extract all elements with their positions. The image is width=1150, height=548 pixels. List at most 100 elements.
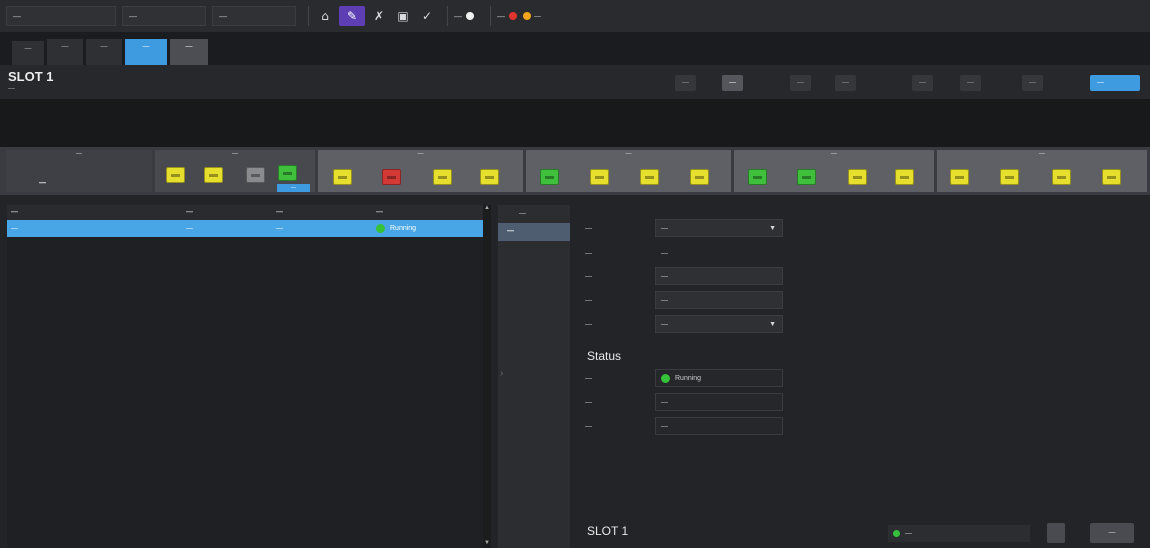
transport-mode-select[interactable]: — ▼ xyxy=(655,315,783,333)
group-label: — xyxy=(831,151,837,157)
transport-mode-value: — xyxy=(661,321,668,328)
tab-stream-settings[interactable]: — xyxy=(498,223,570,241)
toolbar-divider xyxy=(490,6,491,26)
module-port[interactable] xyxy=(480,169,499,185)
stream-name-input[interactable]: — xyxy=(655,267,783,285)
column-header-state[interactable]: — xyxy=(372,205,490,220)
group-label: — xyxy=(585,296,592,304)
header-button[interactable]: — xyxy=(1022,75,1043,91)
alarm-count: — xyxy=(534,12,541,20)
top-toolbar: — — — ⌂ ✎ ✗ ▣ ✓ — — — xyxy=(0,0,1150,32)
alarms-label: — xyxy=(497,11,505,21)
view-button[interactable]: — xyxy=(675,75,696,91)
module-port[interactable] xyxy=(1052,169,1071,185)
form-row-video-format: — — xyxy=(585,392,783,412)
module-port[interactable] xyxy=(640,169,659,185)
module-port[interactable] xyxy=(1102,169,1121,185)
chevron-down-icon: ▼ xyxy=(769,321,776,328)
video-source-select[interactable]: — ▼ xyxy=(655,219,783,237)
wand-icon[interactable]: ✓ xyxy=(417,6,437,26)
module-port[interactable] xyxy=(848,169,867,185)
logo-banner xyxy=(0,99,1150,147)
header-button[interactable]: — xyxy=(790,75,811,91)
running-status-icon xyxy=(661,373,670,383)
apply-header-button[interactable]: — xyxy=(1090,75,1140,91)
group-input[interactable]: — xyxy=(655,291,783,309)
module-port[interactable] xyxy=(540,169,559,185)
module-port[interactable] xyxy=(382,169,401,185)
module-port[interactable] xyxy=(797,169,816,185)
config-status-text: — xyxy=(905,530,912,537)
selected-port-tag: — xyxy=(277,184,310,192)
status-indicator xyxy=(466,12,474,20)
module-label: — xyxy=(39,180,46,187)
group-label: — xyxy=(232,151,238,157)
stream-type-value: — xyxy=(655,417,783,435)
form-row-transport-mode: — — ▼ xyxy=(585,314,783,334)
config-ok-icon xyxy=(893,529,900,537)
frame-tab[interactable]: — xyxy=(86,39,122,65)
header-button[interactable]: — xyxy=(835,75,856,91)
collapse-chevron-icon[interactable]: › xyxy=(500,368,508,398)
group-label: — xyxy=(76,151,82,157)
frame-tab-selected[interactable]: — xyxy=(125,39,167,65)
frame-tab[interactable]: — xyxy=(170,39,208,65)
module-port[interactable] xyxy=(690,169,709,185)
group-label: — xyxy=(1039,151,1045,157)
scroll-down-icon[interactable]: ▼ xyxy=(483,540,491,546)
header-button[interactable]: — xyxy=(912,75,933,91)
module-port[interactable] xyxy=(748,169,767,185)
ip-address-field[interactable]: — xyxy=(212,6,296,26)
form-row-stream-state: — Running xyxy=(585,368,783,388)
frame-type-field[interactable]: — xyxy=(122,6,206,26)
running-status-icon xyxy=(376,223,385,233)
header-button[interactable]: — xyxy=(960,75,981,91)
tools-icon[interactable]: ✗ xyxy=(369,6,389,26)
table-row[interactable]: — — — Running xyxy=(7,220,490,237)
column-header-name[interactable]: — xyxy=(7,205,182,220)
module-port[interactable] xyxy=(246,167,265,183)
edit-pen-icon[interactable]: ✎ xyxy=(339,6,365,26)
alarm-critical-indicator[interactable] xyxy=(509,12,517,20)
toolbar-divider xyxy=(447,6,448,26)
video-format-label: — xyxy=(585,398,592,406)
row-name: — xyxy=(11,225,18,232)
tab-network[interactable]: — xyxy=(498,205,570,223)
stream-state-label: — xyxy=(585,374,592,382)
home-icon[interactable]: ⌂ xyxy=(315,6,335,26)
rx-stream-value: — xyxy=(661,250,668,257)
group-label: — xyxy=(625,151,632,157)
form-row-group: — — xyxy=(585,290,783,310)
video-source-value: — xyxy=(661,225,668,232)
stream-table: — — — — — — — Running xyxy=(7,205,490,548)
frame-tab[interactable]: — xyxy=(47,39,83,65)
form-row-rx-stream: — — xyxy=(585,243,783,263)
stream-name-label: — xyxy=(585,272,592,280)
video-source-label: — xyxy=(585,224,592,232)
module-port[interactable] xyxy=(204,167,223,183)
module-port[interactable] xyxy=(278,165,297,181)
apply-button[interactable]: — xyxy=(1090,523,1134,543)
alarm-warning-indicator[interactable] xyxy=(523,12,531,20)
row-source: — xyxy=(276,225,283,232)
module-port[interactable] xyxy=(166,167,185,183)
multiviewer-button[interactable]: — xyxy=(722,75,743,91)
column-header-source[interactable]: — xyxy=(272,205,372,220)
table-scrollbar[interactable]: ▲ ▼ xyxy=(483,205,491,548)
frame-name-field[interactable]: — xyxy=(6,6,116,26)
module-port[interactable] xyxy=(433,169,452,185)
module-port[interactable] xyxy=(333,169,352,185)
module-port[interactable] xyxy=(895,169,914,185)
scroll-up-icon[interactable]: ▲ xyxy=(483,205,491,211)
module-port[interactable] xyxy=(1000,169,1019,185)
module-port[interactable] xyxy=(950,169,969,185)
toggle-button[interactable] xyxy=(1047,523,1065,543)
column-header-type[interactable]: — xyxy=(182,205,272,220)
table-header: — — — — xyxy=(7,205,490,220)
stream-type-label: — xyxy=(585,422,592,430)
module-panel: — — — — — — — — xyxy=(0,147,1150,195)
module-port[interactable] xyxy=(590,169,609,185)
form-row-stream-name: — — xyxy=(585,266,783,286)
save-icon[interactable]: ▣ xyxy=(393,6,413,26)
frame-tab[interactable]: — xyxy=(12,41,44,65)
